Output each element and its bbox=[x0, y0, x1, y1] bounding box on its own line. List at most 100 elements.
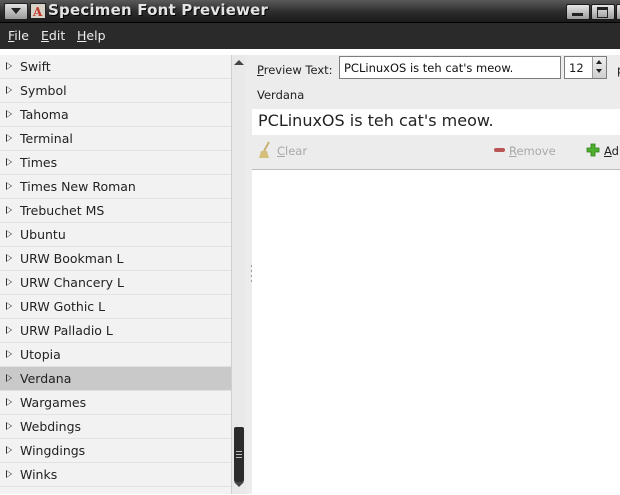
grip-line bbox=[236, 454, 242, 455]
font-list-row[interactable]: Symbol bbox=[0, 79, 231, 103]
spin-arrows[interactable] bbox=[592, 57, 606, 78]
scroll-up-icon[interactable] bbox=[234, 60, 244, 65]
menu-edit[interactable]: Edit bbox=[41, 28, 65, 43]
font-list-row[interactable]: Wingdings bbox=[0, 439, 231, 463]
spin-up-icon[interactable] bbox=[596, 60, 602, 64]
minimize-button[interactable] bbox=[566, 4, 590, 20]
expander-triangle-icon[interactable] bbox=[6, 230, 12, 238]
menu-edit-accel: E bbox=[41, 28, 49, 43]
spin-down-icon[interactable] bbox=[596, 69, 602, 73]
font-name: Symbol bbox=[20, 83, 67, 98]
comparison-list[interactable] bbox=[252, 169, 620, 495]
grip-line bbox=[236, 451, 242, 452]
add-accel: A bbox=[604, 144, 612, 158]
specimen-app-icon: A bbox=[30, 3, 46, 19]
preview-text-label: Preview Text: bbox=[257, 63, 333, 77]
menu-help-accel: H bbox=[77, 28, 87, 43]
expander-triangle-icon[interactable] bbox=[6, 158, 12, 166]
expander-triangle-icon[interactable] bbox=[6, 62, 12, 70]
clear-accel: C bbox=[277, 144, 286, 158]
font-name: URW Bookman L bbox=[20, 251, 124, 266]
expander-triangle-icon[interactable] bbox=[6, 398, 12, 406]
font-list-row[interactable]: Verdana bbox=[0, 367, 231, 391]
font-name: Verdana bbox=[20, 371, 72, 386]
font-name: Winks bbox=[20, 467, 58, 482]
plus-icon bbox=[586, 143, 600, 157]
expander-triangle-icon[interactable] bbox=[6, 326, 12, 334]
menu-edit-label: dit bbox=[48, 28, 66, 43]
menu-file[interactable]: File bbox=[8, 28, 29, 43]
svg-text:A: A bbox=[32, 5, 43, 19]
expander-triangle-icon[interactable] bbox=[6, 470, 12, 478]
font-name: Tahoma bbox=[20, 107, 69, 122]
font-list-row[interactable]: URW Palladio L bbox=[0, 319, 231, 343]
font-name: Times bbox=[20, 155, 58, 170]
font-list-row[interactable]: Ubuntu bbox=[0, 223, 231, 247]
sample-text: PCLinuxOS is teh cat's meow. bbox=[258, 111, 494, 130]
font-list-row[interactable]: Times bbox=[0, 151, 231, 175]
expander-triangle-icon[interactable] bbox=[6, 278, 12, 286]
sample-preview: PCLinuxOS is teh cat's meow. bbox=[252, 109, 620, 135]
menu-help-label: elp bbox=[86, 28, 106, 43]
font-list-row[interactable]: Tahoma bbox=[0, 103, 231, 127]
expander-triangle-icon[interactable] bbox=[6, 206, 12, 214]
clear-rest: lear bbox=[285, 144, 308, 158]
font-name: Wingdings bbox=[20, 443, 86, 458]
preview-pane: Preview Text: 12 p Verdana PCLinuxOS is … bbox=[252, 55, 620, 495]
font-list-row[interactable]: Winks bbox=[0, 463, 231, 487]
font-list-row[interactable]: Webdings bbox=[0, 415, 231, 439]
add-rest: d bbox=[611, 144, 619, 158]
expander-triangle-icon[interactable] bbox=[6, 374, 12, 382]
window-menu-icon[interactable] bbox=[4, 3, 28, 20]
preview-text-input[interactable] bbox=[339, 56, 561, 79]
menu-bar: File Edit Help bbox=[0, 23, 620, 49]
font-list-row[interactable]: Times New Roman bbox=[0, 175, 231, 199]
font-list-row[interactable]: Swift bbox=[0, 55, 231, 79]
font-name: Utopia bbox=[20, 347, 61, 362]
font-name: URW Chancery L bbox=[20, 275, 124, 290]
expander-triangle-icon[interactable] bbox=[6, 422, 12, 430]
font-list-row[interactable]: URW Chancery L bbox=[0, 271, 231, 295]
font-list-row[interactable]: Utopia bbox=[0, 343, 231, 367]
expander-triangle-icon[interactable] bbox=[6, 302, 12, 310]
remove-label: Remove bbox=[509, 144, 556, 158]
font-list-row[interactable]: Wargames bbox=[0, 391, 231, 415]
preview-label-rest: review Text: bbox=[263, 63, 333, 77]
expander-triangle-icon[interactable] bbox=[6, 182, 12, 190]
remove-rest: emove bbox=[516, 144, 556, 158]
font-name: URW Gothic L bbox=[20, 299, 106, 314]
scroll-down-icon[interactable] bbox=[234, 482, 244, 487]
expander-triangle-icon[interactable] bbox=[6, 86, 12, 94]
menu-file-label: ile bbox=[14, 28, 29, 43]
font-list-row[interactable]: URW Gothic L bbox=[0, 295, 231, 319]
expander-triangle-icon[interactable] bbox=[6, 254, 12, 262]
expander-triangle-icon[interactable] bbox=[6, 134, 12, 142]
expander-triangle-icon[interactable] bbox=[6, 350, 12, 358]
title-bar[interactable]: A Specimen Font Previewer bbox=[0, 0, 620, 23]
font-name: Trebuchet MS bbox=[20, 203, 105, 218]
font-name: Terminal bbox=[20, 131, 73, 146]
broom-icon bbox=[259, 141, 270, 158]
font-list-scrollbar[interactable] bbox=[231, 55, 246, 494]
window-title: Specimen Font Previewer bbox=[48, 1, 269, 19]
close-button[interactable] bbox=[616, 4, 620, 20]
font-list[interactable]: Swift Symbol Tahoma Terminal Times Times New … bbox=[0, 55, 231, 494]
preview-label-accel: P bbox=[257, 63, 264, 77]
font-name: Ubuntu bbox=[20, 227, 66, 242]
grip-line bbox=[236, 457, 242, 458]
font-name: Wargames bbox=[20, 395, 87, 410]
menu-help[interactable]: Help bbox=[77, 28, 106, 43]
font-size-value: 12 bbox=[569, 61, 584, 75]
font-list-row[interactable]: Terminal bbox=[0, 127, 231, 151]
font-name: URW Palladio L bbox=[20, 323, 113, 338]
font-size-spinner[interactable]: 12 bbox=[564, 56, 607, 79]
font-list-row[interactable]: URW Bookman L bbox=[0, 247, 231, 271]
font-name: Webdings bbox=[20, 419, 82, 434]
minus-icon bbox=[494, 148, 505, 152]
font-name: Times New Roman bbox=[20, 179, 136, 194]
maximize-button[interactable] bbox=[591, 4, 615, 20]
scrollbar-thumb[interactable] bbox=[234, 427, 244, 482]
expander-triangle-icon[interactable] bbox=[6, 446, 12, 454]
font-list-row[interactable]: Trebuchet MS bbox=[0, 199, 231, 223]
expander-triangle-icon[interactable] bbox=[6, 110, 12, 118]
